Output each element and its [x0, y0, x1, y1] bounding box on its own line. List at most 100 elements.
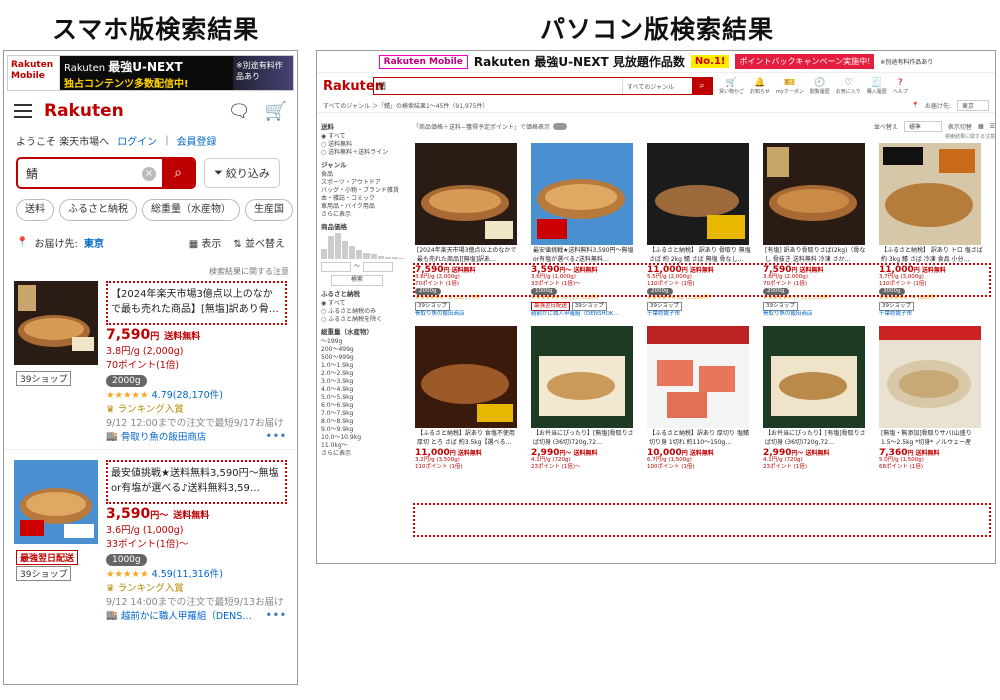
product-card[interactable]: [有塩] 訳あり骨取りさば(2kg)（骨なし 骨抜き 送料無料 冷凍 さか… 7… [763, 143, 871, 318]
notification-icon[interactable]: 🗨 [228, 101, 251, 122]
weight-option[interactable]: 11.0kg〜 [321, 442, 405, 450]
shop-name[interactable]: 千葉県銚子市 [879, 311, 987, 318]
weight-option[interactable]: 4.0〜4.9kg [321, 386, 405, 394]
menu-icon[interactable] [14, 104, 32, 118]
product-image[interactable] [647, 143, 749, 245]
chip[interactable]: 送料 [16, 199, 54, 221]
review-count[interactable]: (28,170件) [173, 390, 223, 401]
rating[interactable]: ★★★★★4.77 (15,156件) [763, 295, 871, 302]
product-title[interactable]: 【ふるさと納税】訳あり 食塩不使用 厚切 とろ さば 約3.5kg【選べる… [415, 428, 523, 450]
notification-button[interactable]: 🔔 お知らせ [750, 78, 770, 95]
weight-option[interactable]: 5.0〜5.9kg [321, 394, 405, 402]
purchase-history-button[interactable]: 🧾 購入履歴 [867, 78, 887, 95]
product-image[interactable] [763, 143, 865, 245]
search-box[interactable]: 鯖 × ⌕ [16, 157, 196, 189]
product-image[interactable] [14, 460, 98, 544]
login-link[interactable]: ログイン [117, 133, 157, 148]
search-input[interactable]: 鯖 [374, 78, 622, 94]
search-button[interactable]: ⌕ [692, 78, 712, 94]
product-title[interactable]: 【ふるさと納税】訳あり 厚切り 塩鯖 切り身 1切れ 約110〜150g… [647, 428, 755, 450]
weight-option[interactable]: 2.0〜2.9kg [321, 370, 405, 378]
genre-link[interactable]: バッグ・小物・ブランド雑貨 [321, 187, 405, 195]
breadcrumb[interactable]: すべてのジャンル ＞「鯖」の検索結果1〜45件（91,975件） [323, 101, 488, 110]
radio-option[interactable]: ○ ふるさと納税を除く [321, 316, 405, 324]
product-image[interactable] [531, 326, 633, 428]
product-title[interactable]: 【ふるさと納税】 訳あり 骨取り 無塩 さば 約 2kg 鯖 さば 無塩 骨なし… [647, 245, 755, 267]
weight-option[interactable]: 〜199g [321, 338, 405, 346]
weight-option[interactable]: 7.0〜7.9kg [321, 410, 405, 418]
product-card[interactable]: 【ふるさと納税】 訳あり 骨取り 無塩 さば 約 2kg 鯖 さば 無塩 骨なし… [647, 143, 755, 318]
rating-value[interactable]: 4.59 [152, 569, 173, 580]
product-card[interactable]: 【ふるさと納税】訳あり 厚切り 塩鯖 切り身 1切れ 約110〜150g… 10… [647, 326, 755, 471]
search-input[interactable]: 鯖 [18, 159, 136, 187]
list-item[interactable]: 最安値挑戦★送料無料3,590円〜無塩or有塩が選べる♪送料無料3,59… 3,… [4, 456, 297, 622]
cart-button[interactable]: 🛒 買い物かご [719, 78, 744, 95]
review-count[interactable]: (11,316件) [173, 569, 223, 580]
chip[interactable]: 総重量（水産物） [142, 199, 240, 221]
product-card[interactable]: 【ふるさと納税】訳あり 食塩不使用 厚切 とろ さば 約3.5kg【選べる… 1… [415, 326, 523, 471]
price-search-button[interactable]: 検索 [331, 275, 383, 286]
radio-option[interactable]: ◉ すべて [321, 133, 405, 141]
product-title[interactable]: 【2024年楽天市場3億点以上のなかで最も売れた商品】[無塩]訳あり骨… [106, 281, 287, 325]
product-card[interactable]: 【お弁当にぴったり】[有塩]骨取りさば切身 (36切)720g,72… 2,99… [763, 326, 871, 471]
weight-option[interactable]: 1.0〜1.9kg [321, 362, 405, 370]
product-card[interactable]: 【お弁当にぴったり】[無塩]骨取りさば切身 (36切)720g,72… 2,99… [531, 326, 639, 471]
sort-select[interactable]: 標準 [903, 120, 942, 132]
sort-button[interactable]: ⇅ 並べ替え [233, 235, 285, 250]
delivery-area[interactable]: 東京 [84, 235, 104, 250]
product-image[interactable] [14, 281, 98, 365]
weight-option[interactable]: 9.0〜9.9kg [321, 426, 405, 434]
filter-button[interactable]: ⏷ 絞り込み [204, 158, 280, 188]
product-image[interactable] [763, 326, 865, 428]
history-button[interactable]: 🕘 閲覧履歴 [810, 78, 830, 95]
weight-option[interactable]: 3.0〜3.9kg [321, 378, 405, 386]
favorite-button[interactable]: ♡ お気に入り [836, 78, 861, 95]
product-image[interactable] [879, 326, 981, 428]
rakuten-logo[interactable]: Rakuten [44, 101, 124, 121]
weight-option[interactable]: 200〜499g [321, 346, 405, 354]
shop-name[interactable]: 骨取り魚の飯田商店 [121, 429, 207, 443]
product-image[interactable] [415, 143, 517, 245]
product-image[interactable] [531, 143, 633, 245]
search-box[interactable]: 鯖 すべてのジャンル ⌕ [373, 77, 713, 95]
radio-option[interactable]: ○ 送料無料＋送料ライン [321, 149, 405, 157]
more-icon[interactable]: ••• [266, 431, 287, 442]
genre-link[interactable]: 本・雑誌・コミック [321, 195, 405, 203]
cart-icon[interactable]: 🛒 [265, 101, 287, 122]
product-card[interactable]: [無塩・無添加]骨取りサバ(山盛り1.5〜2.5kg *切身* ノルウェー産 イ… [879, 326, 987, 471]
chip[interactable]: ふるさと納税 [59, 199, 137, 221]
product-title[interactable]: 最安値挑戦★送料無料3,590円〜無塩or有塩が選べる♪送料無料… [531, 245, 639, 267]
rating[interactable]: ★★★★★4.82 (1,066件) [647, 295, 755, 302]
product-title[interactable]: 【ふるさと納税】 訳あり トロ 塩さば 約 3kg 鯖 さば 冷凍 食品 小分… [879, 245, 987, 267]
product-card[interactable]: 【ふるさと納税】 訳あり トロ 塩さば 約 3kg 鯖 さば 冷凍 食品 小分…… [879, 143, 987, 318]
coupon-button[interactable]: 🎫 myクーポン [776, 78, 804, 95]
genre-link[interactable]: スポーツ・アウトドア [321, 179, 405, 187]
area-select[interactable]: 東京 [956, 100, 989, 111]
product-card[interactable]: [2024年楽天市場3億点以上のなかで最も売れた商品][無塩]訳あ… 7,590… [415, 143, 523, 318]
rakuten-logo[interactable]: Rakuten [323, 79, 384, 94]
radio-option[interactable]: ◉ すべて [321, 300, 405, 308]
weight-more-link[interactable]: さらに表示 [321, 450, 405, 458]
product-title[interactable]: [有塩] 訳あり骨取りさば(2kg)（骨なし 骨抜き 送料無料 冷凍 さか… [763, 245, 871, 267]
genre-link[interactable]: 車用品・バイク用品 [321, 203, 405, 211]
genre-more-link[interactable]: さらに表示 [321, 211, 405, 219]
product-title[interactable]: 【お弁当にぴったり】[無塩]骨取りさば切身 (36切)720g,72… [531, 428, 639, 450]
radio-option[interactable]: ○ 送料無料 [321, 141, 405, 149]
search-button[interactable]: ⌕ [162, 159, 194, 187]
more-icon[interactable]: ••• [266, 610, 287, 621]
weight-option[interactable]: 10.0〜10.9kg [321, 434, 405, 442]
shop-name[interactable]: 越前かに職人甲羅組（DENS… [121, 608, 252, 622]
product-card[interactable]: 最安値挑戦★送料無料3,590円〜無塩or有塩が選べる♪送料無料… 3,590円… [531, 143, 639, 318]
weight-option[interactable]: 8.0〜8.9kg [321, 418, 405, 426]
product-image[interactable] [647, 326, 749, 428]
product-title[interactable]: [2024年楽天市場3億点以上のなかで最も売れた商品][無塩]訳あ… [415, 245, 523, 267]
price-display-toggle[interactable] [553, 122, 568, 130]
price-max-input[interactable] [363, 262, 394, 272]
shop-name[interactable]: 越前かに職人甲羅組（DENSHOK… [531, 311, 639, 318]
rating[interactable]: ★★★★★4.74 (865件) [879, 295, 987, 302]
shop-name[interactable]: 骨取り魚の飯田商店 [415, 311, 523, 318]
chip[interactable]: 生産国 [245, 199, 293, 221]
list-view-icon[interactable]: ☰ [990, 123, 995, 130]
genre-select[interactable]: すべてのジャンル [622, 78, 692, 94]
results-note[interactable]: 検索結果に関する注意 [4, 250, 297, 277]
